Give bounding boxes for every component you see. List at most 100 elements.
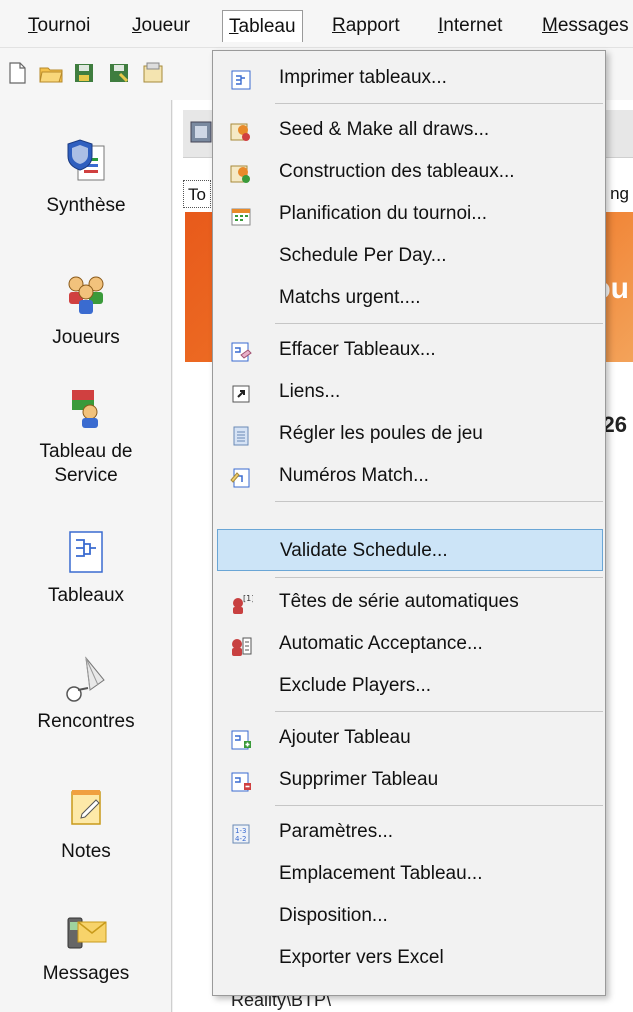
menu-item-seed-make-all-draws[interactable]: Seed & Make all draws... xyxy=(217,109,603,151)
sidebar-item-label-line2: Service xyxy=(54,465,118,486)
menu-item-label: Schedule Per Day... xyxy=(279,245,447,266)
menu-item-label: Automatic Acceptance... xyxy=(279,633,483,654)
open-folder-icon[interactable] xyxy=(38,60,64,86)
menu-item-numeros-match[interactable]: Numéros Match... xyxy=(217,455,603,497)
menu-item-liens[interactable]: Liens... xyxy=(217,371,603,413)
svg-text:1-3: 1-3 xyxy=(235,827,246,835)
menu-item-planification-du-tournoi[interactable]: Planification du tournoi... xyxy=(217,193,603,235)
players-icon xyxy=(60,268,112,320)
menu-rapport-label: apport xyxy=(345,15,400,36)
menu-item-exclude-players[interactable]: Exclude Players... xyxy=(217,665,603,707)
menu-item-schedule-per-day[interactable]: Schedule Per Day... xyxy=(217,235,603,277)
menu-rapport-mnemonic: R xyxy=(332,15,346,36)
build-draws-icon xyxy=(229,160,253,184)
sidebar-item-joueurs[interactable]: Joueurs xyxy=(0,268,172,350)
sidebar-item-label: Tableaux xyxy=(47,585,125,606)
home-icon[interactable] xyxy=(189,120,213,144)
menu-item-label: Paramètres... xyxy=(279,821,394,842)
menu-item-label: Numéros Match... xyxy=(279,465,429,486)
menu-joueur[interactable]: Joueur xyxy=(126,10,196,42)
menu-joueur-mnemonic: J xyxy=(132,15,142,36)
phone-mail-icon xyxy=(60,904,112,956)
menu-item-supprimer-tableau[interactable]: Supprimer Tableau xyxy=(217,759,603,801)
auto-acceptance-icon xyxy=(229,632,253,656)
menu-item-label: Exporter vers Excel xyxy=(279,947,444,968)
sidebar-item-notes[interactable]: Notes xyxy=(0,782,172,864)
sidebar-item-messages[interactable]: Messages xyxy=(0,904,172,986)
shortcut-link-icon xyxy=(229,380,253,404)
menu-separator xyxy=(275,577,603,578)
settings-grid-icon: 1-3 4-2 xyxy=(229,820,253,844)
menu-item-automatic-acceptance[interactable]: Automatic Acceptance... xyxy=(217,623,603,665)
sidebar: Synthèse Joueurs Tableau de Service Tabl… xyxy=(0,100,172,1012)
menu-internet[interactable]: Internet xyxy=(432,10,508,42)
menu-item-ajouter-tableau[interactable]: Ajouter Tableau xyxy=(217,717,603,759)
menu-rapport[interactable]: Rapport xyxy=(326,10,406,42)
draw-bracket-icon xyxy=(60,526,112,578)
menu-item-label: Disposition... xyxy=(279,905,388,926)
pools-icon xyxy=(229,422,253,446)
menu-separator xyxy=(275,103,603,104)
shield-document-icon xyxy=(60,136,112,188)
menu-item-regler-les-poules[interactable]: Régler les poules de jeu xyxy=(217,413,603,455)
menu-messages[interactable]: Messages xyxy=(536,10,633,42)
menu-item-label: Liens... xyxy=(279,381,341,402)
menu-tableau-label: ableau xyxy=(238,16,296,37)
sidebar-item-label: Messages xyxy=(42,963,130,984)
sidebar-item-tableaux[interactable]: Tableaux xyxy=(0,526,172,608)
menu-item-validate-schedule[interactable]: Validate Schedule... xyxy=(217,529,603,571)
menu-separator xyxy=(275,501,603,502)
menu-item-effacer-tableaux[interactable]: Effacer Tableaux... xyxy=(217,329,603,371)
menu-tournoi[interactable]: Tournoi xyxy=(22,10,96,42)
menu-item-exporter-vers-excel[interactable]: Exporter vers Excel xyxy=(217,937,603,979)
menu-item-tetes-de-serie[interactable]: [1] Têtes de série automatiques xyxy=(217,581,603,623)
menu-item-emplacement-tableau[interactable]: Emplacement Tableau... xyxy=(217,853,603,895)
tab-right[interactable]: ng xyxy=(605,180,633,208)
menu-internet-label: nternet xyxy=(443,15,503,36)
erase-draws-icon xyxy=(229,338,253,362)
auto-seeding-icon: [1] xyxy=(229,590,254,614)
menu-item-disposition[interactable]: Disposition... xyxy=(217,895,603,937)
svg-text:4-2: 4-2 xyxy=(235,835,246,843)
save-icon[interactable] xyxy=(72,60,98,86)
sidebar-item-label-line1: Tableau de xyxy=(39,441,133,462)
menu-tournoi-mnemonic: T xyxy=(28,15,38,36)
tab-overview[interactable]: To xyxy=(183,180,211,208)
menu-item-label: Exclude Players... xyxy=(279,675,432,696)
menu-item-label: Planification du tournoi... xyxy=(279,203,488,224)
menu-joueur-label: oueur xyxy=(141,15,191,36)
menu-tableau-mnemonic: T xyxy=(229,16,239,37)
notepad-icon xyxy=(60,782,112,834)
menu-item-parametres[interactable]: 1-3 4-2 Paramètres... xyxy=(217,811,603,853)
menu-bar: Tournoi Joueur Tableau Rapport Internet … xyxy=(0,0,633,48)
sidebar-item-tableau-de-service[interactable]: Tableau de Service xyxy=(0,382,172,488)
menu-item-label: Emplacement Tableau... xyxy=(279,863,483,884)
new-file-icon[interactable] xyxy=(4,60,30,86)
add-draw-icon xyxy=(229,726,253,750)
menu-messages-mnemonic: M xyxy=(542,15,558,36)
menu-item-imprimer-tableaux[interactable]: Imprimer tableaux... xyxy=(217,57,603,99)
schedule-icon xyxy=(229,202,253,226)
sidebar-item-label: Notes xyxy=(61,841,111,862)
seed-draws-icon xyxy=(229,118,253,142)
menu-tournoi-label: ournoi xyxy=(37,15,91,36)
properties-icon[interactable] xyxy=(140,60,166,86)
menu-item-label: Construction des tableaux... xyxy=(279,161,515,182)
menu-item-matchs-urgent[interactable]: Matchs urgent.... xyxy=(217,277,603,319)
sidebar-item-label: Rencontres xyxy=(37,711,135,732)
shuttlecock-icon xyxy=(60,652,112,704)
match-numbers-icon xyxy=(229,464,253,488)
menu-item-label: Matchs urgent.... xyxy=(279,287,421,308)
date-number: 26 xyxy=(602,412,627,437)
save-as-icon[interactable] xyxy=(106,60,132,86)
menu-item-construction-des-tableaux[interactable]: Construction des tableaux... xyxy=(217,151,603,193)
menu-messages-label: essages xyxy=(557,15,629,36)
menu-item-label: Supprimer Tableau xyxy=(279,769,439,790)
sidebar-item-synthese[interactable]: Synthèse xyxy=(0,136,172,218)
menu-tableau[interactable]: Tableau xyxy=(222,10,303,42)
menu-item-label: Seed & Make all draws... xyxy=(279,119,490,140)
sidebar-item-label: Joueurs xyxy=(52,327,120,348)
sidebar-item-rencontres[interactable]: Rencontres xyxy=(0,652,172,734)
menu-separator xyxy=(275,805,603,806)
menu-separator xyxy=(275,323,603,324)
